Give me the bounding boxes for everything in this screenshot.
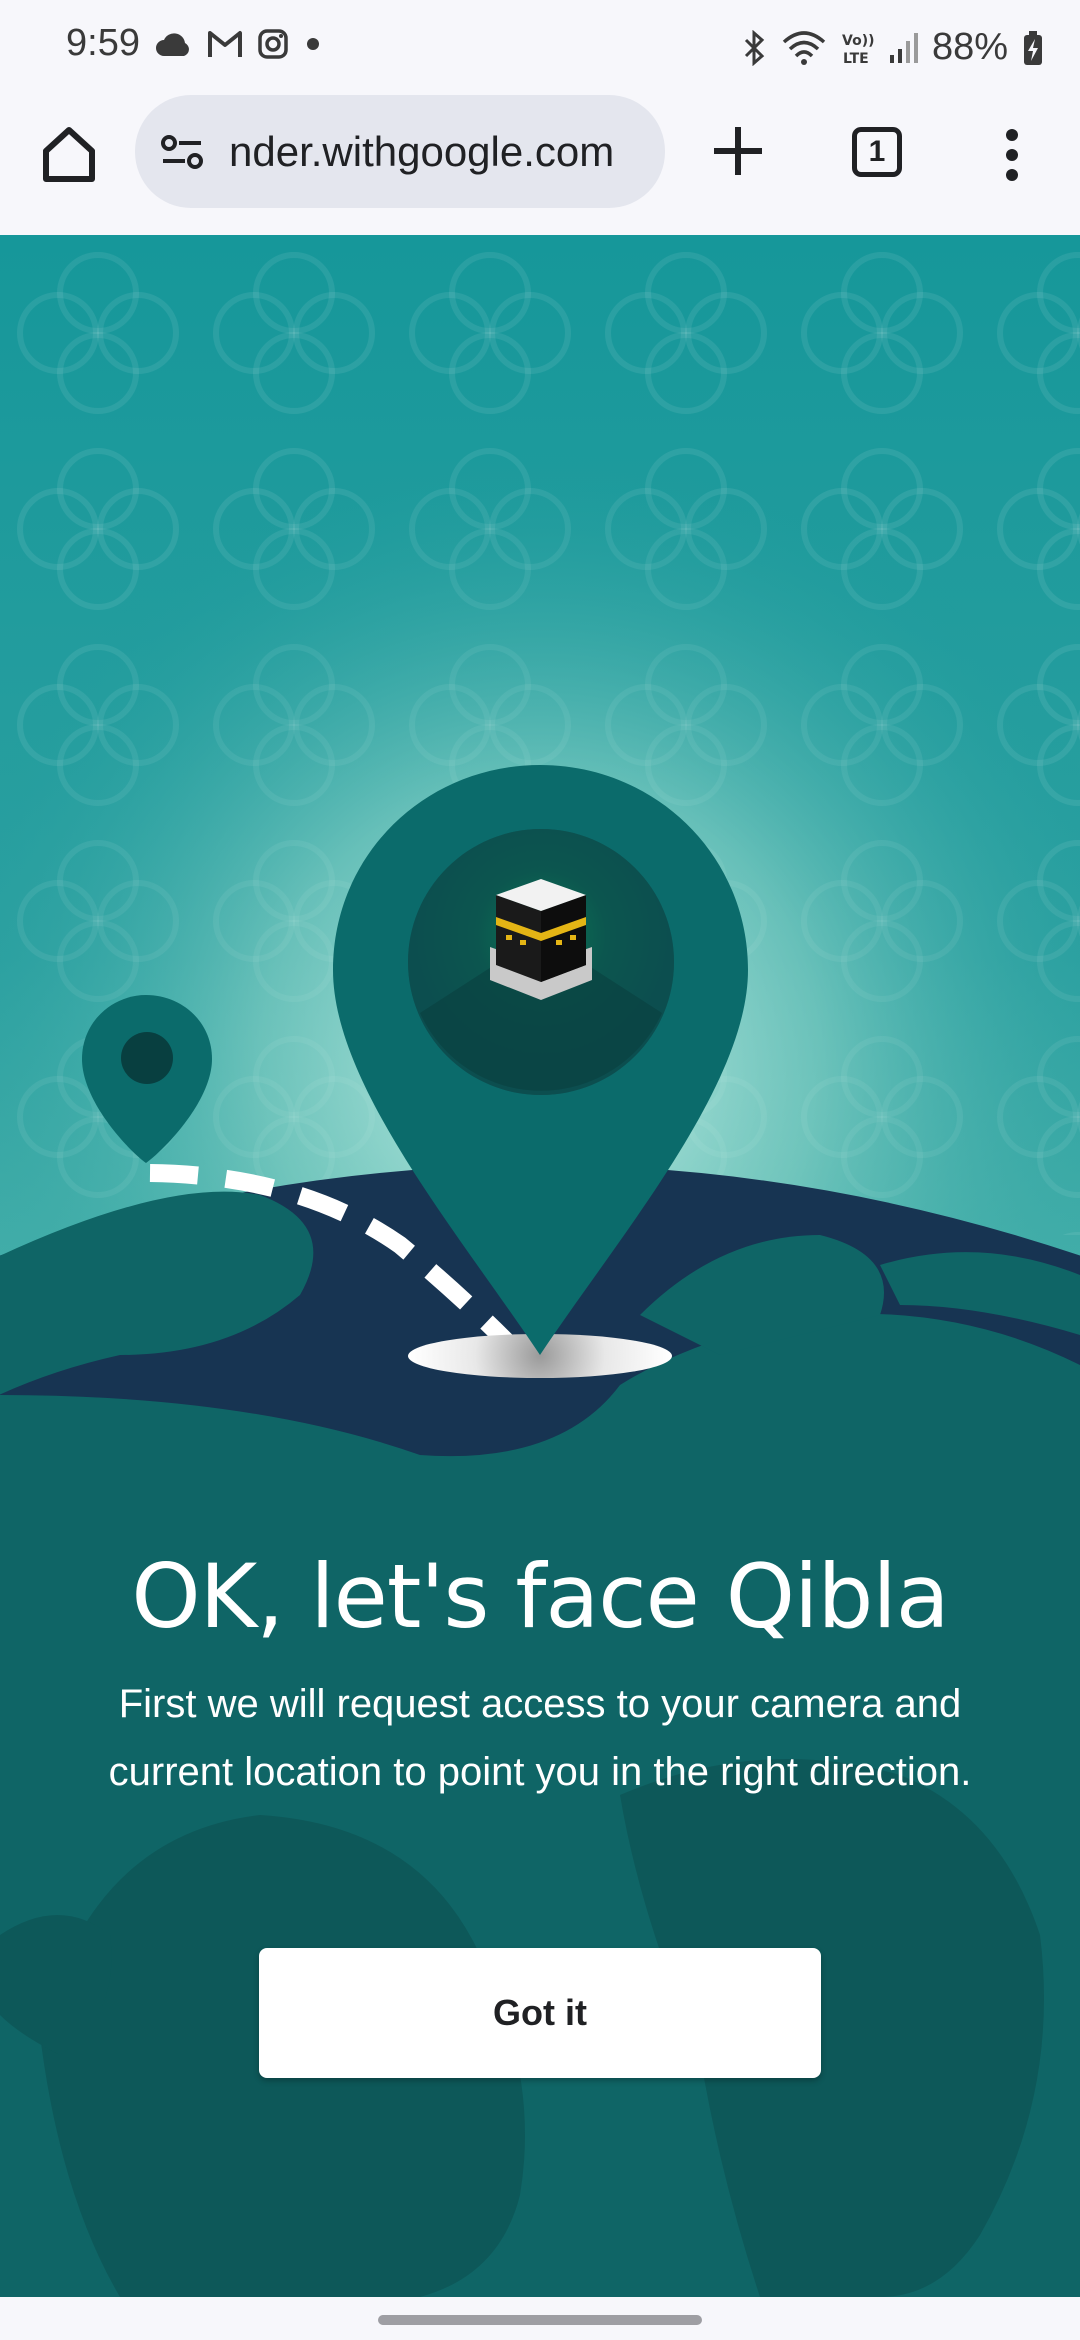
url-text[interactable]: nder.withgoogle.com: [229, 128, 614, 176]
svg-text:LTE: LTE: [843, 51, 869, 66]
gmail-icon: [208, 31, 242, 57]
web-content: OK, let's face Qibla First we will reque…: [0, 235, 1080, 2297]
site-settings-icon[interactable]: [157, 127, 207, 177]
system-icons: Vo)) LTE 88%: [742, 26, 1044, 69]
kaaba-icon: [490, 879, 592, 1000]
volte-icon: Vo)) LTE: [842, 33, 874, 66]
new-tab-icon[interactable]: [708, 121, 768, 181]
cloud-icon: [156, 33, 189, 56]
status-bar: 9:59 Vo)) LTE 88%: [0, 0, 1080, 95]
tab-count: 1: [868, 135, 886, 168]
tabs-icon[interactable]: 1: [852, 127, 902, 177]
signal-icon: [889, 32, 918, 63]
wifi-icon: [782, 30, 826, 65]
bluetooth-icon: [744, 29, 765, 66]
more-vert-icon[interactable]: [1000, 127, 1024, 183]
home-icon[interactable]: [38, 123, 100, 185]
navigation-bar: [0, 2297, 1080, 2340]
dot-icon: [307, 38, 319, 50]
permission-description: First we will request access to your cam…: [108, 1682, 972, 1794]
got-it-button[interactable]: Got it: [259, 1948, 821, 2078]
page-title: OK, let's face Qibla: [131, 1545, 949, 1648]
battery-charging-icon: [1024, 30, 1042, 65]
gesture-handle[interactable]: [378, 2315, 702, 2325]
battery-percent: 88%: [931, 26, 1008, 68]
svg-text:Vo)): Vo)): [842, 33, 874, 49]
status-time: 9:59: [66, 22, 140, 64]
address-bar[interactable]: nder.withgoogle.com: [135, 95, 665, 208]
instagram-icon: [258, 29, 288, 59]
browser-toolbar: nder.withgoogle.com 1: [0, 95, 1080, 235]
notification-icons: [155, 28, 323, 60]
